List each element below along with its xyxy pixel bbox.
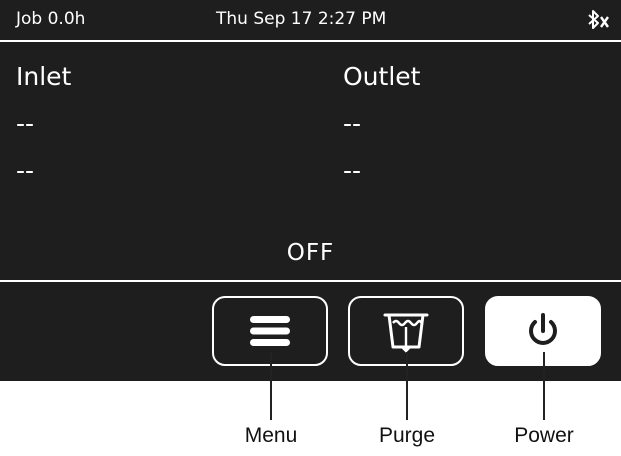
menu-callout-label: Menu (244, 424, 298, 447)
status-divider (0, 40, 621, 42)
power-icon (529, 313, 557, 345)
date-time: Thu Sep 17 2:27 PM (216, 9, 387, 29)
outlet-panel: Outlet -- -- (343, 62, 420, 186)
outlet-value-1: -- (343, 109, 362, 138)
device-screen: Job 0.0h Thu Sep 17 2:27 PM Inlet -- -- … (0, 0, 621, 381)
power-callout-line (543, 352, 545, 420)
inlet-value-1: -- (16, 109, 35, 138)
purge-callout-label: Purge (378, 424, 436, 447)
inlet-title: Inlet (16, 62, 72, 91)
outlet-value-2: -- (343, 156, 362, 185)
job-hours: Job 0.0h (16, 9, 86, 29)
status-bar: Job 0.0h Thu Sep 17 2:27 PM (0, 0, 621, 40)
button-bar-divider (0, 280, 621, 282)
inlet-panel: Inlet -- -- (16, 62, 71, 186)
purge-callout-line (406, 352, 408, 420)
inlet-value-2: -- (16, 156, 35, 185)
power-callout-label: Power (514, 424, 574, 447)
machine-state: OFF (286, 240, 335, 266)
bluetooth-disconnected-icon (585, 7, 611, 33)
outlet-title: Outlet (343, 62, 421, 91)
hamburger-menu-icon (250, 316, 290, 346)
purge-bucket-icon (383, 313, 429, 353)
menu-callout-line (270, 352, 272, 420)
